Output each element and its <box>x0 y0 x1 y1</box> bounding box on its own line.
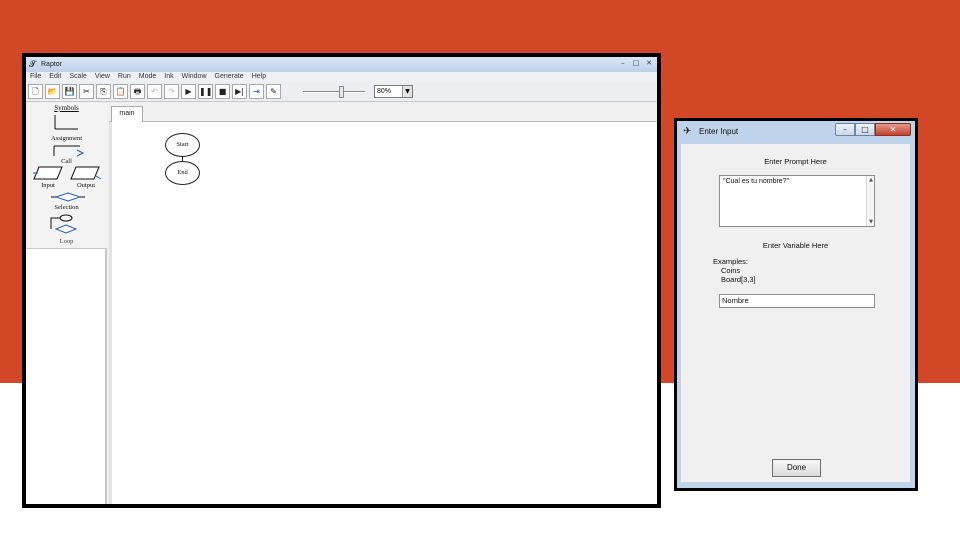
output-label: Output <box>76 182 96 189</box>
output-symbol[interactable] <box>70 166 102 181</box>
raptor-bird-icon: ✈ <box>683 126 692 137</box>
step-icon[interactable]: ▶| <box>232 84 247 99</box>
menu-view[interactable]: View <box>95 72 110 82</box>
zoom-slider-track <box>303 90 365 93</box>
menu-ink[interactable]: Ink <box>164 72 173 82</box>
dialog-body: Enter Prompt Here "Cual es tu nombre?" ▲… <box>681 144 910 482</box>
zoom-slider[interactable] <box>301 85 367 99</box>
prompt-label: Enter Prompt Here <box>764 157 827 166</box>
raptor-window-controls: – □ ✕ <box>617 58 655 69</box>
menu-file[interactable]: File <box>30 72 41 82</box>
stop-icon[interactable]: ■ <box>215 84 230 99</box>
dialog-titlebar[interactable]: ✈ Enter Input – □ ✕ <box>677 121 915 142</box>
prompt-scrollbar[interactable]: ▲ ▼ <box>866 176 874 226</box>
scroll-down-icon[interactable]: ▼ <box>867 219 875 225</box>
maximize-button[interactable]: □ <box>630 58 642 69</box>
prompt-value: "Cual es tu nombre?" <box>723 178 790 185</box>
example-board: Board[3,3] <box>721 275 756 284</box>
loop-symbol[interactable] <box>48 213 84 237</box>
pen-icon[interactable]: ✎ <box>266 84 281 99</box>
redo-icon[interactable]: ↷ <box>164 84 179 99</box>
paste-icon[interactable]: 📋 <box>113 84 128 99</box>
selection-symbol[interactable] <box>50 192 86 202</box>
scroll-up-icon[interactable]: ▲ <box>867 177 875 183</box>
raptor-titlebar[interactable]: 𝓣 Raptor – □ ✕ <box>26 57 657 72</box>
selection-label: Selection <box>54 204 79 211</box>
toolbar: 🗋 📂 💾 ✂ ⎘ 📋 🖶 ↶ ↷ ▶ ❚❚ ■ ▶| ⇥ ✎ 80% ▼ <box>26 82 657 102</box>
example-coins: Coins <box>721 266 741 275</box>
chevron-down-icon[interactable]: ▼ <box>402 86 412 97</box>
cut-icon[interactable]: ✂ <box>79 84 94 99</box>
menu-mode[interactable]: Mode <box>139 72 157 82</box>
variable-label: Enter Variable Here <box>762 241 829 250</box>
minimize-button[interactable]: – <box>617 58 629 69</box>
flowchart-end-node[interactable]: End <box>165 161 200 185</box>
dialog-close-button[interactable]: ✕ <box>875 123 911 136</box>
assignment-label: Assignment <box>50 135 83 142</box>
loop-top-oval <box>59 214 73 222</box>
menu-edit[interactable]: Edit <box>49 72 61 82</box>
tab-main[interactable]: main <box>111 106 143 122</box>
workspace-tab-bar: main <box>109 103 657 122</box>
raptor-app-icon: 𝓣 <box>29 59 36 70</box>
close-button[interactable]: ✕ <box>643 58 655 69</box>
play-icon[interactable]: ▶ <box>181 84 196 99</box>
output-arrow-icon <box>95 175 102 180</box>
output-parallelogram <box>70 166 100 180</box>
menu-window[interactable]: Window <box>182 72 207 82</box>
dialog-maximize-button[interactable]: □ <box>855 123 875 136</box>
undo-icon[interactable]: ↶ <box>147 84 162 99</box>
enter-input-dialog: ✈ Enter Input – □ ✕ Enter Prompt Here "C… <box>674 118 918 491</box>
menu-bar: File Edit Scale View Run Mode Ink Window… <box>26 72 657 82</box>
done-button[interactable]: Done <box>772 459 821 477</box>
symbols-heading: Symbols <box>54 104 79 112</box>
open-icon[interactable]: 📂 <box>45 84 60 99</box>
raptor-window: 𝓣 Raptor – □ ✕ File Edit Scale View Run … <box>22 53 661 508</box>
step-into-icon[interactable]: ⇥ <box>249 84 264 99</box>
dialog-window-controls: – □ ✕ <box>835 123 911 136</box>
variable-input[interactable]: Nombre <box>719 294 875 308</box>
workspace[interactable]: main Start End <box>109 103 657 504</box>
input-parallelogram <box>33 166 63 180</box>
menu-run[interactable]: Run <box>118 72 131 82</box>
loop-label: Loop <box>59 238 74 245</box>
zoom-value: 80% <box>377 88 392 95</box>
symbols-panel: Symbols Assignment Call Input Output Sel… <box>26 103 107 504</box>
workspace-left-rule <box>109 122 112 504</box>
save-icon[interactable]: 💾 <box>62 84 77 99</box>
raptor-window-title: Raptor <box>41 61 63 68</box>
new-icon[interactable]: 🗋 <box>28 84 43 99</box>
zoom-select[interactable]: 80% ▼ <box>374 85 413 98</box>
menu-help[interactable]: Help <box>252 72 266 82</box>
menu-scale[interactable]: Scale <box>69 72 87 82</box>
call-symbol[interactable] <box>50 144 86 158</box>
input-symbol[interactable] <box>33 166 63 181</box>
input-label: Input <box>41 182 55 189</box>
menu-generate[interactable]: Generate <box>215 72 244 82</box>
raptor-window-body: 𝓣 Raptor – □ ✕ File Edit Scale View Run … <box>26 57 657 504</box>
examples-label: Examples: <box>713 257 749 266</box>
selection-diamond <box>54 192 82 202</box>
call-arrow-icon <box>76 149 85 157</box>
assignment-symbol[interactable] <box>34 115 100 135</box>
flowchart-start-node[interactable]: Start <box>165 133 200 157</box>
dialog-frame: ✈ Enter Input – □ ✕ Enter Prompt Here "C… <box>677 121 915 488</box>
copy-icon[interactable]: ⎘ <box>96 84 111 99</box>
print-icon[interactable]: 🖶 <box>130 84 145 99</box>
loop-diamond <box>54 224 78 234</box>
loop-back-line <box>50 217 60 229</box>
pause-icon[interactable]: ❚❚ <box>198 84 213 99</box>
dialog-minimize-button[interactable]: – <box>835 123 855 136</box>
zoom-slider-thumb[interactable] <box>339 85 344 98</box>
prompt-textarea[interactable]: "Cual es tu nombre?" ▲ ▼ <box>719 175 875 227</box>
symbols-palette: Symbols Assignment Call Input Output Sel… <box>26 103 107 249</box>
call-label: Call <box>61 158 72 165</box>
dialog-title: Enter Input <box>699 127 739 136</box>
